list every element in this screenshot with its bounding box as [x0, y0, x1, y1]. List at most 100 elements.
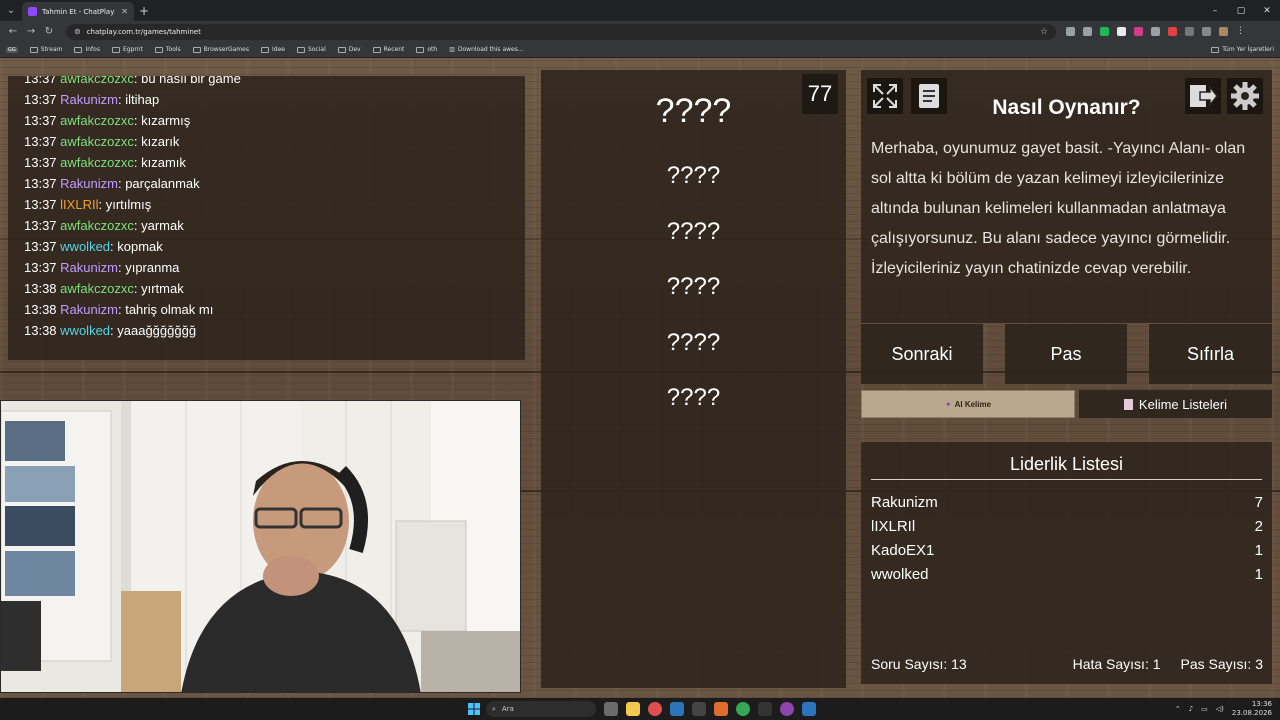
reload-icon[interactable]: ↻ [40, 26, 58, 37]
bookmark-folder[interactable]: Infos [74, 46, 100, 53]
chat-panel: 13:37 awfakczozxc: bu nasıl bir game 13:3… [8, 76, 525, 360]
question-count: Soru Sayısı: 13 [871, 656, 967, 672]
bookmark-folder[interactable]: Idee [260, 46, 285, 53]
folder-icon [337, 46, 346, 53]
tab-search-icon[interactable]: ⌄ [0, 0, 22, 21]
app-icon[interactable] [648, 702, 662, 716]
back-icon[interactable]: ← [4, 26, 22, 37]
chat-timestamp: 13:37 [24, 155, 57, 170]
chat-username[interactable]: Rakunizm [60, 260, 118, 275]
taskbar-search[interactable]: ⌕ Ara [486, 701, 596, 717]
minimize-icon[interactable]: – [1202, 6, 1228, 16]
site-info-icon[interactable]: ⊚ [74, 27, 81, 36]
clock[interactable]: 13:36 23.08.2026 [1232, 700, 1272, 718]
chat-message: 13:37 Rakunizm: iltihap [24, 92, 160, 107]
extensions-puzzle-icon[interactable] [1185, 27, 1194, 36]
webcam-feed [0, 400, 521, 693]
folder-icon [372, 46, 381, 53]
chat-username[interactable]: Rakunizm [60, 176, 118, 191]
extension-icon[interactable] [1168, 27, 1177, 36]
word-lists-button[interactable]: Kelime Listeleri [1079, 390, 1272, 418]
url-text: chatplay.com.tr/games/tahminet [86, 27, 201, 36]
download-icon[interactable] [1202, 27, 1211, 36]
microphone-icon[interactable]: ♪ [1189, 705, 1193, 713]
task-view-icon[interactable] [604, 702, 618, 716]
chat-timestamp: 13:37 [24, 239, 57, 254]
pass-button[interactable]: Pas [1005, 324, 1127, 384]
extension-icon[interactable] [1100, 27, 1109, 36]
chevron-up-icon[interactable]: ⌃ [1175, 705, 1181, 713]
steam-icon[interactable] [802, 702, 816, 716]
extension-icon[interactable] [1066, 27, 1075, 36]
chat-text: kopmak [117, 239, 163, 254]
chat-username[interactable]: Rakunizm [60, 92, 118, 107]
bookmark-star-icon[interactable]: ☆ [1040, 27, 1048, 37]
maximize-icon[interactable]: ▢ [1228, 6, 1254, 16]
chat-timestamp: 13:37 [24, 113, 57, 128]
all-bookmarks[interactable]: Tüm Yer İşaretleri [1211, 46, 1274, 53]
url-bar[interactable]: ⊚ chatplay.com.tr/games/tahminet ☆ [66, 23, 1056, 40]
avatar[interactable] [1219, 27, 1228, 36]
close-tab-icon[interactable]: ✕ [121, 7, 128, 16]
bookmark-link[interactable]: ▥ Download this awes... [449, 46, 523, 53]
reset-button[interactable]: Sıfırla [1149, 324, 1272, 384]
chat-message: 13:38 awfakczozxc: yırtmak [24, 281, 184, 296]
bookmark-folder[interactable]: Dev [337, 46, 361, 53]
chat-text: yıpranma [125, 260, 180, 275]
chat-username[interactable]: Rakunizm [60, 302, 118, 317]
volume-icon[interactable]: ◁) [1216, 705, 1224, 713]
system-tray: ⌃ ♪ ▭ ◁) 13:36 23.08.2026 [1175, 700, 1272, 718]
extension-icon[interactable] [1083, 27, 1092, 36]
file-explorer-icon[interactable] [626, 702, 640, 716]
forward-icon[interactable]: → [22, 26, 40, 37]
webcam-image [1, 401, 520, 692]
app-icon[interactable] [758, 702, 772, 716]
folder-icon [296, 46, 305, 53]
chat-username[interactable]: awfakczozxc [60, 155, 134, 170]
extension-icon[interactable] [1134, 27, 1143, 36]
chat-timestamp: 13:37 [24, 218, 57, 233]
chat-username[interactable]: awfakczozxc [60, 218, 134, 233]
new-tab-button[interactable]: + [134, 4, 154, 18]
network-icon[interactable]: ▭ [1201, 705, 1208, 713]
chat-username[interactable]: lIXLRIl [60, 197, 98, 212]
steam-icon[interactable] [670, 702, 684, 716]
notepad-icon [1123, 398, 1133, 410]
chat-message: 13:37 awfakczozxc: bu nasıl bir game [24, 76, 509, 89]
folder-icon [260, 46, 269, 53]
extension-icon[interactable] [1151, 27, 1160, 36]
bookmark-folder[interactable]: Stream [29, 46, 62, 53]
extension-icon[interactable] [1117, 27, 1126, 36]
bookmark-folder[interactable]: Recent [372, 46, 404, 53]
chat-text: kızarmış [141, 113, 191, 128]
bookmark-folder[interactable]: Tools [154, 46, 181, 53]
app-icon[interactable] [780, 702, 794, 716]
chat-username[interactable]: awfakczozxc [60, 113, 134, 128]
bookmark-folder[interactable]: Egprnt [111, 46, 143, 53]
chat-username[interactable]: wwolked [60, 323, 110, 338]
folder-icon [111, 46, 120, 53]
chat-text: tahriş olmak mı [125, 302, 214, 317]
chrome-icon[interactable] [736, 702, 750, 716]
how-to-play-title: Nasıl Oynanır? [992, 96, 1141, 119]
chat-username[interactable]: wwolked [60, 239, 110, 254]
ai-word-button[interactable]: ✦ AI Kelime [861, 390, 1075, 418]
bookmark-folder[interactable]: BrowserGames [192, 46, 249, 53]
next-button[interactable]: Sonraki [861, 324, 983, 384]
windows-start-icon[interactable] [468, 703, 480, 715]
bookmark-folder[interactable]: oth [416, 46, 437, 53]
close-window-icon[interactable]: ✕ [1254, 6, 1280, 16]
chat-message: 13:37 wwolked: kopmak [24, 239, 163, 254]
browser-tab[interactable]: Tahmin Et - ChatPlay ✕ [22, 2, 134, 21]
app-icon[interactable] [714, 702, 728, 716]
bookmark-apps[interactable]: GG [6, 46, 18, 53]
chat-text: kızamık [141, 155, 186, 170]
chat-username[interactable]: awfakczozxc [60, 76, 134, 86]
folder-icon [192, 46, 201, 53]
bookmarks-bar: GG Stream Infos Egprnt Tools BrowserGame… [0, 42, 1280, 58]
bookmark-folder[interactable]: Social [296, 46, 326, 53]
chat-username[interactable]: awfakczozxc [60, 134, 134, 149]
app-icon[interactable] [692, 702, 706, 716]
chat-username[interactable]: awfakczozxc [60, 281, 134, 296]
menu-icon[interactable]: ⋮ [1236, 27, 1245, 36]
